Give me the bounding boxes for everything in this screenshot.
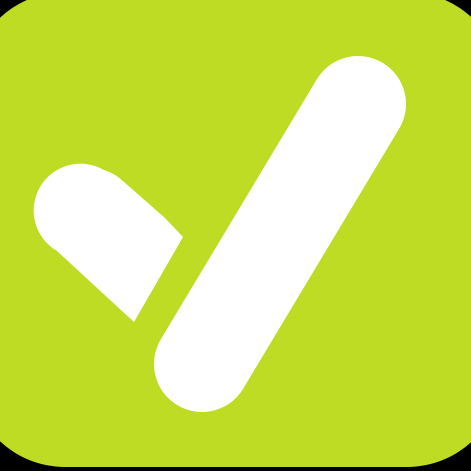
screen-canvas <box>0 0 471 471</box>
checkmark-app-icon[interactable] <box>0 0 471 471</box>
checkmark-icon <box>0 0 471 467</box>
